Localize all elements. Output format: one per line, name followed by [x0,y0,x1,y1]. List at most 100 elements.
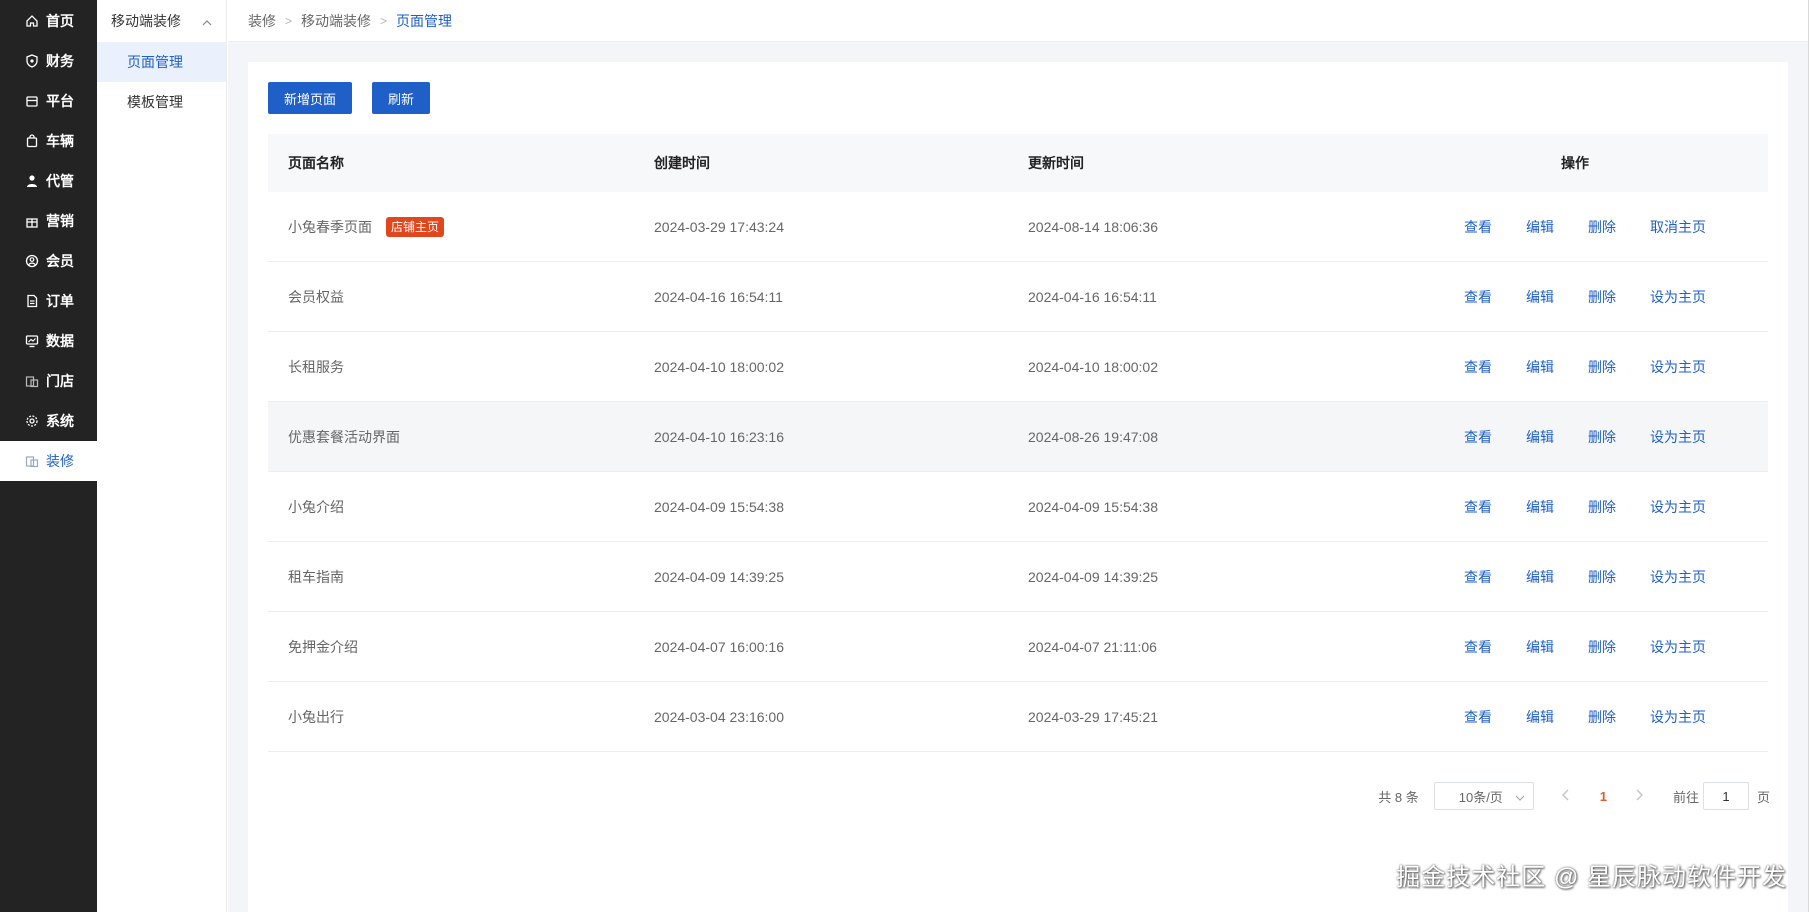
add-page-button[interactable]: 新增页面 [268,82,352,114]
delete-button[interactable]: 删除 [1588,287,1616,307]
cell-name: 小兔介绍 [268,497,634,517]
delete-button[interactable]: 删除 [1588,357,1616,377]
delete-button[interactable]: 删除 [1588,497,1616,517]
sidebar-item[interactable]: 会员 [0,241,97,281]
breadcrumb-item[interactable]: 移动端装修 [301,11,371,31]
sidebar-item-label: 会员 [46,253,74,269]
table-row: 免押金介绍 2024-04-07 16:00:16 2024-04-07 21:11… [268,612,1768,682]
edit-button[interactable]: 编辑 [1526,357,1554,377]
chevron-up-icon [202,13,212,29]
view-button[interactable]: 查看 [1464,287,1492,307]
delete-button[interactable]: 删除 [1588,637,1616,657]
cell-actions: 查看 编辑 删除 设为主页 [1382,637,1768,657]
set-home-button[interactable]: 设为主页 [1650,497,1706,517]
sidebar-item[interactable]: 财务 [0,41,97,81]
breadcrumb-current: 页面管理 [396,12,453,29]
sidebar-item[interactable]: 代管 [0,161,97,201]
table-header: 页面名称 创建时间 更新时间 操作 [268,134,1768,192]
cell-created: 2024-04-10 18:00:02 [654,358,784,375]
submenu-item-template-manage[interactable]: 模板管理 [97,82,226,122]
set-home-button[interactable]: 设为主页 [1650,357,1706,377]
sidebar-item-label: 订单 [46,293,74,309]
page-name: 优惠套餐活动界面 [288,428,400,445]
cell-actions: 查看 编辑 删除 取消主页 [1382,217,1768,237]
gear-icon [24,413,40,429]
sidebar-item[interactable]: 门店 [0,361,97,401]
view-button[interactable]: 查看 [1464,567,1492,587]
sidebar-item[interactable]: 系统 [0,401,97,441]
chevron-down-icon [1515,789,1525,804]
edit-button[interactable]: 编辑 [1526,497,1554,517]
cell-created: 2024-03-29 17:43:24 [654,218,784,235]
table-row: 长租服务 2024-04-10 18:00:02 2024-04-10 18:00:… [268,332,1768,402]
page-name: 租车指南 [288,568,344,585]
set-home-button[interactable]: 设为主页 [1650,707,1706,727]
set-home-button[interactable]: 设为主页 [1650,567,1706,587]
edit-button[interactable]: 编辑 [1526,637,1554,657]
view-button[interactable]: 查看 [1464,357,1492,377]
view-button[interactable]: 查看 [1464,497,1492,517]
sidebar-item-label: 首页 [46,13,74,29]
sidebar-item-label: 系统 [46,413,74,429]
view-button[interactable]: 查看 [1464,427,1492,447]
refresh-button[interactable]: 刷新 [372,82,430,114]
cell-actions: 查看 编辑 删除 设为主页 [1382,357,1768,377]
submenu-item-label: 页面管理 [127,54,183,70]
user-circle-icon [24,253,40,269]
submenu-group-header[interactable]: 移动端装修 [97,0,226,42]
pagination: 共 8 条 10条/页 1 前往 页 [1378,782,1770,810]
view-button[interactable]: 查看 [1464,217,1492,237]
prev-page-button[interactable] [1561,788,1570,804]
cell-actions: 查看 编辑 删除 设为主页 [1382,567,1768,587]
pages-table: 页面名称 创建时间 更新时间 操作 小兔春季页面 店铺主页 2024-03-29 1… [268,134,1768,752]
view-button[interactable]: 查看 [1464,637,1492,657]
sidebar-item[interactable]: 数据 [0,321,97,361]
cell-actions: 查看 编辑 删除 设为主页 [1382,497,1768,517]
sidebar-item[interactable]: 首页 [0,1,97,41]
page-number-current[interactable]: 1 [1600,789,1607,804]
delete-button[interactable]: 删除 [1588,707,1616,727]
sidebar-item[interactable]: 车辆 [0,121,97,161]
cell-updated: 2024-04-09 15:54:38 [1028,498,1158,515]
page-size-select[interactable]: 10条/页 [1433,782,1534,810]
sidebar-item-label: 营销 [46,213,74,229]
goto-page-input[interactable] [1702,782,1749,810]
edit-button[interactable]: 编辑 [1526,567,1554,587]
delete-button[interactable]: 删除 [1588,217,1616,237]
sidebar-bottom-bg [0,482,97,912]
submenu-item-page-manage[interactable]: 页面管理 [97,42,226,82]
sidebar-item[interactable]: 订单 [0,281,97,321]
shield-icon [24,53,40,69]
decorate-icon [24,453,40,469]
unset-home-button[interactable]: 取消主页 [1650,217,1706,237]
sidebar-item-label: 数据 [46,333,74,349]
sidebar-item[interactable]: 营销 [0,201,97,241]
delete-button[interactable]: 删除 [1588,427,1616,447]
cell-created: 2024-03-04 23:16:00 [654,708,784,725]
chevron-right-icon [1636,789,1643,801]
set-home-button[interactable]: 设为主页 [1650,427,1706,447]
cell-name: 优惠套餐活动界面 [268,427,634,447]
edit-button[interactable]: 编辑 [1526,287,1554,307]
set-home-button[interactable]: 设为主页 [1650,287,1706,307]
edit-button[interactable]: 编辑 [1526,217,1554,237]
page-name: 免押金介绍 [288,638,358,655]
edit-button[interactable]: 编辑 [1526,427,1554,447]
sidebar-item[interactable]: 平台 [0,81,97,121]
view-button[interactable]: 查看 [1464,707,1492,727]
table-row: 小兔介绍 2024-04-09 15:54:38 2024-04-09 15:54:… [268,472,1768,542]
breadcrumb: 装修 > 移动端装修 > 页面管理 [228,0,1809,42]
chevron-right-icon: > [285,13,293,28]
page-name: 小兔出行 [288,708,344,725]
cell-actions: 查看 编辑 删除 设为主页 [1382,707,1768,727]
cell-name: 小兔春季页面 店铺主页 [268,216,634,237]
goto-unit: 页 [1756,789,1770,805]
page-name: 小兔春季页面 [288,218,372,235]
breadcrumb-item[interactable]: 装修 [248,11,276,31]
pagination-total: 共 8 条 [1378,789,1419,805]
sidebar-item[interactable]: 装修 [0,441,97,481]
next-page-button[interactable] [1635,788,1643,804]
edit-button[interactable]: 编辑 [1526,707,1554,727]
set-home-button[interactable]: 设为主页 [1650,637,1706,657]
delete-button[interactable]: 删除 [1588,567,1616,587]
